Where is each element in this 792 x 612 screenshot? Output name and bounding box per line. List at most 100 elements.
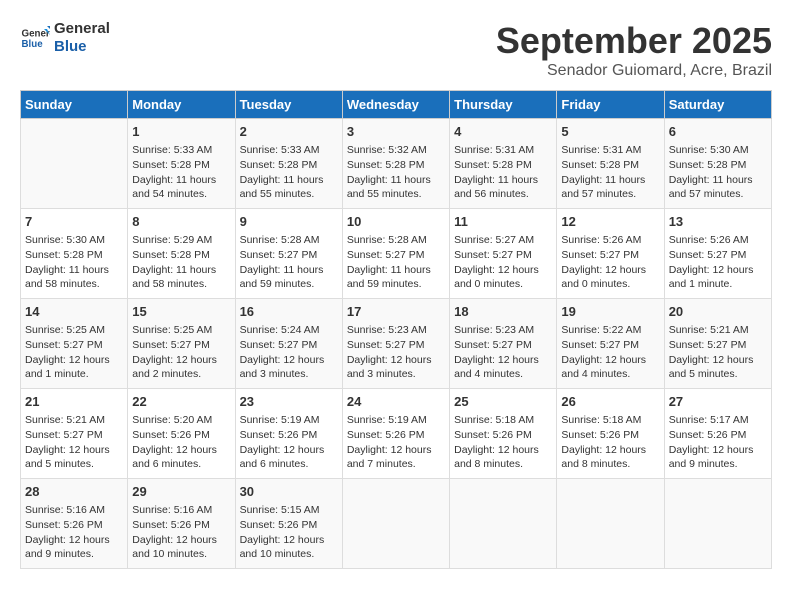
day-cell: 22 Sunrise: 5:20 AM Sunset: 5:26 PM Dayli… bbox=[128, 389, 235, 479]
day-cell: 6 Sunrise: 5:30 AM Sunset: 5:28 PM Daylig… bbox=[664, 119, 771, 209]
week-row-2: 7Sunrise: 5:30 AM Sunset: 5:28 PM Daylig… bbox=[21, 209, 772, 299]
header: General Blue General Blue September 2025… bbox=[20, 20, 772, 80]
column-header-tuesday: Tuesday bbox=[235, 91, 342, 119]
day-cell: 23Sunrise: 5:19 AM Sunset: 5:26 PM Dayli… bbox=[235, 389, 342, 479]
calendar-table: SundayMondayTuesdayWednesdayThursdayFrid… bbox=[20, 90, 772, 569]
day-number: 1 bbox=[132, 123, 230, 141]
day-cell: 24Sunrise: 5:19 AM Sunset: 5:26 PM Dayli… bbox=[342, 389, 449, 479]
day-number: 30 bbox=[240, 483, 338, 501]
day-cell: 26Sunrise: 5:18 AM Sunset: 5:26 PM Dayli… bbox=[557, 389, 664, 479]
day-info: Sunrise: 5:26 AM Sunset: 5:27 PM Dayligh… bbox=[669, 233, 767, 292]
day-cell: 18 Sunrise: 5:23 AM Sunset: 5:27 PM Dayli… bbox=[450, 299, 557, 389]
day-number: 22 bbox=[132, 393, 230, 411]
day-info: Sunrise: 5:32 AM Sunset: 5:28 PM Dayligh… bbox=[347, 143, 445, 202]
day-number: 8 bbox=[132, 213, 230, 231]
day-number: 28 bbox=[25, 483, 123, 501]
day-cell: 28 Sunrise: 5:16 AM Sunset: 5:26 PM Dayli… bbox=[21, 479, 128, 569]
day-info: Sunrise: 5:33 AM Sunset: 5:28 PM Dayligh… bbox=[132, 143, 230, 202]
day-cell: 4 Sunrise: 5:31 AM Sunset: 5:28 PM Daylig… bbox=[450, 119, 557, 209]
header-row: SundayMondayTuesdayWednesdayThursdayFrid… bbox=[21, 91, 772, 119]
logo-text-blue: Blue bbox=[54, 38, 110, 56]
day-cell: 27Sunrise: 5:17 AM Sunset: 5:26 PM Dayli… bbox=[664, 389, 771, 479]
day-cell: 21 Sunrise: 5:21 AM Sunset: 5:27 PM Dayli… bbox=[21, 389, 128, 479]
day-number: 20 bbox=[669, 303, 767, 321]
column-header-monday: Monday bbox=[128, 91, 235, 119]
day-info: Sunrise: 5:28 AM Sunset: 5:27 PM Dayligh… bbox=[347, 233, 445, 292]
day-number: 29 bbox=[132, 483, 230, 501]
day-number: 17 bbox=[347, 303, 445, 321]
day-number: 15 bbox=[132, 303, 230, 321]
day-info: Sunrise: 5:19 AM Sunset: 5:26 PM Dayligh… bbox=[347, 413, 445, 472]
title-section: September 2025 Senador Guiomard, Acre, B… bbox=[496, 20, 772, 80]
week-row-5: 28 Sunrise: 5:16 AM Sunset: 5:26 PM Dayli… bbox=[21, 479, 772, 569]
day-cell: 12Sunrise: 5:26 AM Sunset: 5:27 PM Dayli… bbox=[557, 209, 664, 299]
day-cell bbox=[21, 119, 128, 209]
day-number: 2 bbox=[240, 123, 338, 141]
day-info: Sunrise: 5:19 AM Sunset: 5:26 PM Dayligh… bbox=[240, 413, 338, 472]
day-info: Sunrise: 5:20 AM Sunset: 5:26 PM Dayligh… bbox=[132, 413, 230, 472]
day-info: Sunrise: 5:24 AM Sunset: 5:27 PM Dayligh… bbox=[240, 323, 338, 382]
day-cell: 16 Sunrise: 5:24 AM Sunset: 5:27 PM Dayli… bbox=[235, 299, 342, 389]
day-number: 4 bbox=[454, 123, 552, 141]
logo: General Blue General Blue bbox=[20, 20, 110, 56]
day-info: Sunrise: 5:16 AM Sunset: 5:26 PM Dayligh… bbox=[25, 503, 123, 562]
day-number: 3 bbox=[347, 123, 445, 141]
day-cell bbox=[342, 479, 449, 569]
day-info: Sunrise: 5:22 AM Sunset: 5:27 PM Dayligh… bbox=[561, 323, 659, 382]
day-cell: 14 Sunrise: 5:25 AM Sunset: 5:27 PM Dayli… bbox=[21, 299, 128, 389]
day-number: 18 bbox=[454, 303, 552, 321]
day-cell: 9Sunrise: 5:28 AM Sunset: 5:27 PM Daylig… bbox=[235, 209, 342, 299]
day-cell: 25Sunrise: 5:18 AM Sunset: 5:26 PM Dayli… bbox=[450, 389, 557, 479]
day-cell: 19 Sunrise: 5:22 AM Sunset: 5:27 PM Dayli… bbox=[557, 299, 664, 389]
day-cell: 29 Sunrise: 5:16 AM Sunset: 5:26 PM Dayli… bbox=[128, 479, 235, 569]
logo-icon: General Blue bbox=[20, 23, 50, 53]
day-info: Sunrise: 5:31 AM Sunset: 5:28 PM Dayligh… bbox=[561, 143, 659, 202]
day-number: 26 bbox=[561, 393, 659, 411]
subtitle: Senador Guiomard, Acre, Brazil bbox=[496, 62, 772, 80]
day-info: Sunrise: 5:25 AM Sunset: 5:27 PM Dayligh… bbox=[25, 323, 123, 382]
day-number: 21 bbox=[25, 393, 123, 411]
day-cell: 8Sunrise: 5:29 AM Sunset: 5:28 PM Daylig… bbox=[128, 209, 235, 299]
day-info: Sunrise: 5:18 AM Sunset: 5:26 PM Dayligh… bbox=[454, 413, 552, 472]
day-info: Sunrise: 5:25 AM Sunset: 5:27 PM Dayligh… bbox=[132, 323, 230, 382]
day-number: 6 bbox=[669, 123, 767, 141]
day-info: Sunrise: 5:33 AM Sunset: 5:28 PM Dayligh… bbox=[240, 143, 338, 202]
day-number: 14 bbox=[25, 303, 123, 321]
day-cell: 1 Sunrise: 5:33 AM Sunset: 5:28 PM Daylig… bbox=[128, 119, 235, 209]
day-number: 10 bbox=[347, 213, 445, 231]
day-info: Sunrise: 5:31 AM Sunset: 5:28 PM Dayligh… bbox=[454, 143, 552, 202]
day-info: Sunrise: 5:30 AM Sunset: 5:28 PM Dayligh… bbox=[669, 143, 767, 202]
main-title: September 2025 bbox=[496, 20, 772, 62]
day-cell: 7Sunrise: 5:30 AM Sunset: 5:28 PM Daylig… bbox=[21, 209, 128, 299]
column-header-thursday: Thursday bbox=[450, 91, 557, 119]
day-cell: 2 Sunrise: 5:33 AM Sunset: 5:28 PM Daylig… bbox=[235, 119, 342, 209]
day-cell: 30Sunrise: 5:15 AM Sunset: 5:26 PM Dayli… bbox=[235, 479, 342, 569]
day-info: Sunrise: 5:23 AM Sunset: 5:27 PM Dayligh… bbox=[454, 323, 552, 382]
column-header-friday: Friday bbox=[557, 91, 664, 119]
column-header-sunday: Sunday bbox=[21, 91, 128, 119]
day-cell bbox=[664, 479, 771, 569]
day-cell: 5 Sunrise: 5:31 AM Sunset: 5:28 PM Daylig… bbox=[557, 119, 664, 209]
week-row-1: 1 Sunrise: 5:33 AM Sunset: 5:28 PM Daylig… bbox=[21, 119, 772, 209]
column-header-saturday: Saturday bbox=[664, 91, 771, 119]
day-number: 19 bbox=[561, 303, 659, 321]
day-number: 16 bbox=[240, 303, 338, 321]
day-number: 9 bbox=[240, 213, 338, 231]
logo-text-general: General bbox=[54, 20, 110, 38]
svg-text:Blue: Blue bbox=[22, 39, 44, 50]
day-cell: 3 Sunrise: 5:32 AM Sunset: 5:28 PM Daylig… bbox=[342, 119, 449, 209]
week-row-4: 21 Sunrise: 5:21 AM Sunset: 5:27 PM Dayli… bbox=[21, 389, 772, 479]
day-cell: 13Sunrise: 5:26 AM Sunset: 5:27 PM Dayli… bbox=[664, 209, 771, 299]
day-cell: 20 Sunrise: 5:21 AM Sunset: 5:27 PM Dayli… bbox=[664, 299, 771, 389]
week-row-3: 14 Sunrise: 5:25 AM Sunset: 5:27 PM Dayli… bbox=[21, 299, 772, 389]
day-info: Sunrise: 5:21 AM Sunset: 5:27 PM Dayligh… bbox=[25, 413, 123, 472]
day-info: Sunrise: 5:16 AM Sunset: 5:26 PM Dayligh… bbox=[132, 503, 230, 562]
day-info: Sunrise: 5:21 AM Sunset: 5:27 PM Dayligh… bbox=[669, 323, 767, 382]
day-info: Sunrise: 5:26 AM Sunset: 5:27 PM Dayligh… bbox=[561, 233, 659, 292]
day-number: 5 bbox=[561, 123, 659, 141]
day-number: 27 bbox=[669, 393, 767, 411]
day-cell: 10 Sunrise: 5:28 AM Sunset: 5:27 PM Dayli… bbox=[342, 209, 449, 299]
day-number: 11 bbox=[454, 213, 552, 231]
day-cell: 15 Sunrise: 5:25 AM Sunset: 5:27 PM Dayli… bbox=[128, 299, 235, 389]
day-cell: 11Sunrise: 5:27 AM Sunset: 5:27 PM Dayli… bbox=[450, 209, 557, 299]
